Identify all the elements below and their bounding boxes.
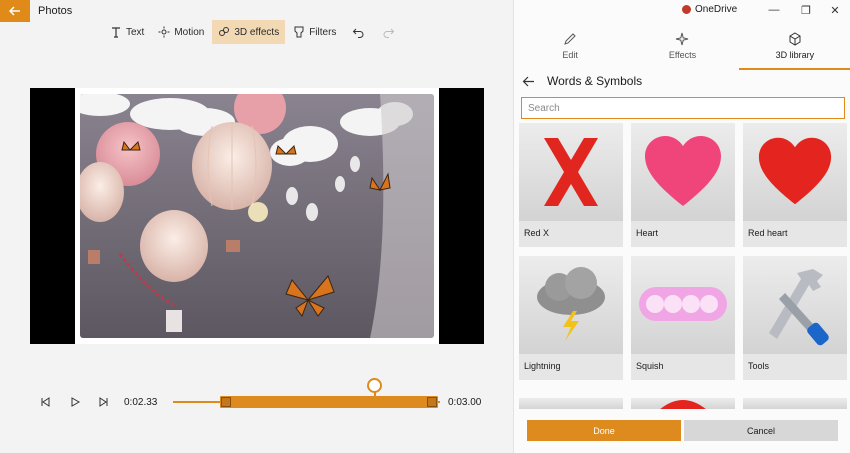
section-header: Words & Symbols bbox=[522, 72, 642, 90]
motion-icon bbox=[158, 26, 170, 38]
done-button[interactable]: Done bbox=[527, 420, 681, 441]
minimize-icon: — bbox=[768, 4, 780, 16]
minimize-button[interactable]: — bbox=[758, 0, 790, 20]
window-titlebar: OneDrive — ❐ ✕ bbox=[514, 0, 850, 20]
trim-start-handle[interactable] bbox=[221, 397, 231, 407]
filters-tool-button[interactable]: Filters bbox=[287, 20, 342, 44]
preview-photo bbox=[80, 94, 434, 338]
playhead-handle[interactable] bbox=[367, 378, 382, 393]
library-item-label: Red heart bbox=[743, 221, 847, 247]
filters-icon bbox=[294, 26, 304, 38]
app-title: Photos bbox=[38, 5, 73, 17]
onedrive-status[interactable]: OneDrive bbox=[682, 4, 737, 15]
next-frame-button[interactable] bbox=[95, 394, 113, 410]
restore-icon: ❐ bbox=[801, 4, 811, 17]
end-time: 0:03.00 bbox=[448, 397, 482, 408]
3d-effects-icon bbox=[219, 27, 230, 36]
onedrive-label: OneDrive bbox=[695, 4, 738, 15]
motion-tool-button[interactable]: Motion bbox=[152, 20, 210, 44]
library-item[interactable] bbox=[631, 398, 735, 409]
tab-3d-library[interactable]: 3D library bbox=[738, 24, 850, 70]
library-item-red-heart[interactable]: Red heart bbox=[743, 123, 847, 247]
trim-end-handle[interactable] bbox=[427, 397, 437, 407]
current-time: 0:02.33 bbox=[124, 397, 158, 408]
motion-tool-label: Motion bbox=[174, 26, 205, 38]
playhead-line bbox=[374, 392, 376, 408]
play-button[interactable] bbox=[66, 394, 84, 410]
red-heart-model bbox=[743, 123, 847, 221]
pencil-icon bbox=[564, 33, 576, 45]
library-item-lightning[interactable]: Lightning bbox=[519, 256, 623, 380]
library-item-thumb bbox=[519, 398, 623, 409]
heart-model bbox=[631, 123, 735, 221]
close-button[interactable]: ✕ bbox=[819, 0, 850, 20]
back-arrow-icon bbox=[9, 6, 20, 16]
library-item-label: Lightning bbox=[519, 354, 623, 380]
library-item-label: Red X bbox=[519, 221, 623, 247]
tab-edit-label: Edit bbox=[562, 50, 578, 60]
restore-button[interactable]: ❐ bbox=[790, 0, 822, 20]
red-x-model bbox=[519, 123, 623, 221]
sparkle-icon bbox=[676, 32, 689, 46]
library-item-label: Heart bbox=[631, 221, 735, 247]
tab-3d-library-label: 3D library bbox=[775, 50, 815, 60]
text-tool-label: Text bbox=[126, 26, 145, 38]
section-title: Words & Symbols bbox=[547, 74, 643, 88]
side-panel: OneDrive — ❐ ✕ Edit Effects 3D library W… bbox=[513, 0, 850, 453]
letterbox-right bbox=[439, 88, 484, 344]
library-item-label: Tools bbox=[743, 354, 847, 380]
close-icon: ✕ bbox=[830, 4, 840, 17]
panel-tabs: Edit Effects 3D library bbox=[514, 24, 850, 70]
previous-frame-icon bbox=[41, 397, 50, 407]
previous-frame-button[interactable] bbox=[36, 394, 54, 410]
lightning-cloud-model bbox=[519, 256, 623, 354]
redo-button[interactable] bbox=[374, 20, 402, 44]
trim-range[interactable] bbox=[220, 396, 438, 408]
balloons-scene-image bbox=[80, 94, 434, 338]
library-item[interactable] bbox=[743, 398, 847, 409]
photos-app: Photos Text Motion 3D effects Filters 0:… bbox=[0, 0, 850, 453]
library-item-tools[interactable]: Tools bbox=[743, 256, 847, 380]
back-button[interactable] bbox=[0, 0, 30, 22]
redo-icon bbox=[383, 28, 395, 38]
panel-actions: Done Cancel bbox=[514, 412, 850, 453]
editor-toolbar: Text Motion 3D effects Filters bbox=[104, 20, 402, 44]
library-item[interactable] bbox=[519, 398, 623, 409]
next-frame-icon bbox=[99, 397, 108, 407]
tab-effects[interactable]: Effects bbox=[626, 24, 738, 68]
play-icon bbox=[71, 397, 80, 407]
library-item-squish[interactable]: Squish bbox=[631, 256, 735, 380]
onedrive-icon bbox=[682, 5, 691, 14]
3d-effects-tool-label: 3D effects bbox=[234, 26, 280, 38]
3d-effects-tool-button[interactable]: 3D effects bbox=[212, 20, 286, 44]
library-item-thumb bbox=[743, 398, 847, 409]
3d-library-grid: Red X Heart Red heart Lightning Squish T… bbox=[519, 123, 850, 409]
letterbox-left bbox=[30, 88, 75, 344]
squish-text-model bbox=[631, 256, 735, 354]
library-item-red-x[interactable]: Red X bbox=[519, 123, 623, 247]
library-item-heart[interactable]: Heart bbox=[631, 123, 735, 247]
text-icon bbox=[112, 27, 120, 38]
tab-effects-label: Effects bbox=[668, 50, 697, 60]
search-input[interactable] bbox=[521, 97, 845, 119]
video-preview[interactable] bbox=[30, 88, 484, 344]
back-arrow-icon[interactable] bbox=[522, 75, 535, 88]
cancel-button[interactable]: Cancel bbox=[684, 420, 838, 441]
undo-icon bbox=[352, 28, 364, 38]
editor-pane: Photos Text Motion 3D effects Filters 0:… bbox=[0, 0, 513, 453]
tab-edit[interactable]: Edit bbox=[514, 24, 626, 68]
cube-icon bbox=[789, 32, 801, 46]
undo-button[interactable] bbox=[344, 20, 372, 44]
library-item-thumb bbox=[631, 398, 735, 409]
filters-tool-label: Filters bbox=[309, 26, 337, 38]
timeline: 0:02.33 0:03.00 bbox=[0, 378, 513, 428]
text-tool-button[interactable]: Text bbox=[104, 20, 150, 44]
library-item-label: Squish bbox=[631, 354, 735, 380]
wrench-screwdriver-model bbox=[743, 256, 847, 354]
